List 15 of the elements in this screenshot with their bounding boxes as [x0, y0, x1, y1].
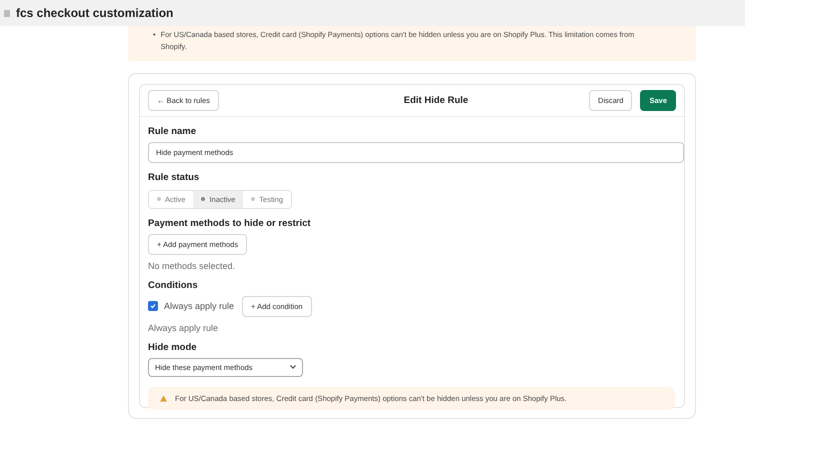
field-label: Rule name [148, 126, 198, 137]
section-title: Payment methods to hide or restrict [148, 218, 312, 228]
condition-summary: Always apply rule [148, 322, 220, 332]
check-icon [150, 303, 156, 309]
checkbox[interactable] [148, 301, 158, 311]
app-title: fcs checkout customization [16, 6, 174, 20]
checkbox-label: Always apply rule [164, 301, 234, 311]
section-title: Conditions [148, 280, 199, 290]
warning-icon [160, 394, 167, 402]
empty-message: No methods selected. [148, 260, 236, 270]
app-icon [4, 10, 10, 16]
caret-icon [290, 365, 296, 369]
field-label: Hide mode [148, 342, 198, 352]
form-title: Edit Hide Rule [404, 95, 468, 106]
field-label: Rule status [148, 172, 200, 183]
